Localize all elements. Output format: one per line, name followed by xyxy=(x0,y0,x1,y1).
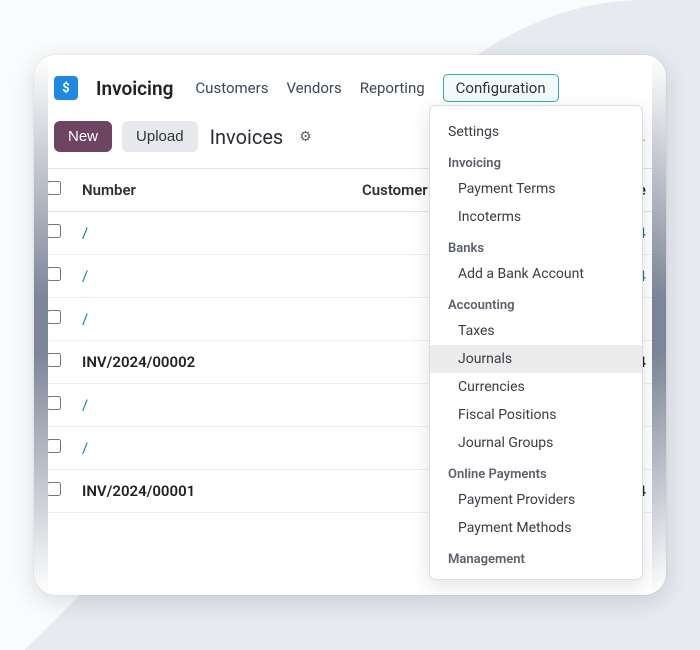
menu-section-management: Management xyxy=(430,542,642,571)
menu-item-journals[interactable]: Journals xyxy=(430,345,642,373)
row-checkbox[interactable] xyxy=(47,353,61,367)
menu-section-banks: Banks xyxy=(430,231,642,260)
menu-item-currencies[interactable]: Currencies xyxy=(430,373,642,401)
col-number[interactable]: Number xyxy=(74,169,354,212)
menu-item-settings[interactable]: Settings xyxy=(430,118,642,146)
menu-item-taxes[interactable]: Taxes xyxy=(430,317,642,345)
nav-vendors[interactable]: Vendors xyxy=(286,79,341,97)
row-checkbox[interactable] xyxy=(47,396,61,410)
cell-number[interactable]: INV/2024/00002 xyxy=(74,341,354,384)
configuration-dropdown: SettingsInvoicingPayment TermsIncotermsB… xyxy=(429,105,643,580)
cell-number[interactable]: / xyxy=(74,384,354,427)
window-edge-left xyxy=(34,55,48,595)
select-all-checkbox[interactable] xyxy=(47,181,61,195)
menu-item-journal-groups[interactable]: Journal Groups xyxy=(430,429,642,457)
menu-item-incoterms[interactable]: Incoterms xyxy=(430,203,642,231)
menu-section-online-payments: Online Payments xyxy=(430,457,642,486)
view-title: Invoices xyxy=(210,125,284,149)
nav-customers[interactable]: Customers xyxy=(195,79,268,97)
row-checkbox[interactable] xyxy=(47,310,61,324)
cell-number[interactable]: / xyxy=(74,255,354,298)
menu-item-add-a-bank-account[interactable]: Add a Bank Account xyxy=(430,260,642,288)
app-icon[interactable]: $ xyxy=(54,76,78,100)
menu-section-invoicing: Invoicing xyxy=(430,146,642,175)
menu-item-payment-providers[interactable]: Payment Providers xyxy=(430,486,642,514)
nav-configuration[interactable]: Configuration xyxy=(443,74,559,102)
menu-item-payment-terms[interactable]: Payment Terms xyxy=(430,175,642,203)
cell-number[interactable]: / xyxy=(74,212,354,255)
top-nav: $ Invoicing Customers Vendors Reporting Con… xyxy=(34,71,666,105)
cell-number[interactable]: / xyxy=(74,298,354,341)
new-button[interactable]: New xyxy=(54,121,112,152)
row-checkbox[interactable] xyxy=(47,482,61,496)
cell-number[interactable]: INV/2024/00001 xyxy=(74,470,354,513)
row-checkbox[interactable] xyxy=(47,224,61,238)
row-checkbox[interactable] xyxy=(47,439,61,453)
nav-reporting[interactable]: Reporting xyxy=(360,79,425,97)
menu-item-payment-methods[interactable]: Payment Methods xyxy=(430,514,642,542)
app-window: $ Invoicing Customers Vendors Reporting Con… xyxy=(34,55,666,595)
menu-item-fiscal-positions[interactable]: Fiscal Positions xyxy=(430,401,642,429)
gear-icon[interactable]: ⚙ xyxy=(299,129,312,145)
window-edge-right xyxy=(652,55,666,595)
cell-number[interactable]: / xyxy=(74,427,354,470)
upload-button[interactable]: Upload xyxy=(122,121,198,152)
row-checkbox[interactable] xyxy=(47,267,61,281)
app-title[interactable]: Invoicing xyxy=(96,77,173,100)
menu-section-accounting: Accounting xyxy=(430,288,642,317)
